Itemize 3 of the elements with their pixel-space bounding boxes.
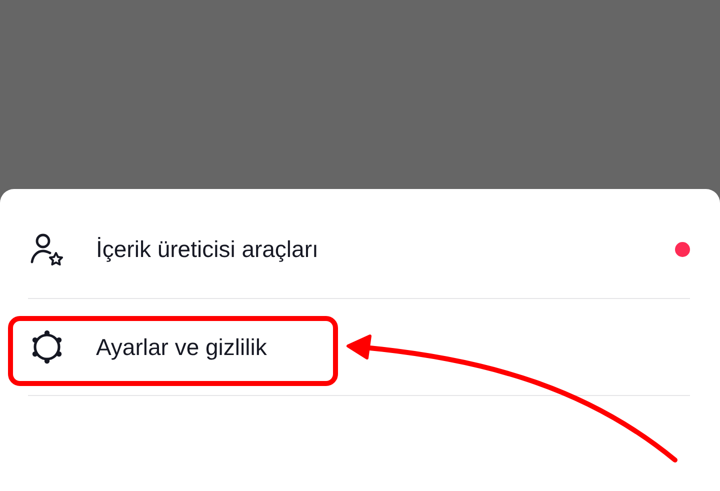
menu-item[interactable]: İçerik üreticisi araçları <box>28 201 690 299</box>
menu-item-label: İçerik üreticisi araçları <box>96 235 318 264</box>
menu-item-label: Ayarlar ve gizlilik <box>96 332 267 362</box>
